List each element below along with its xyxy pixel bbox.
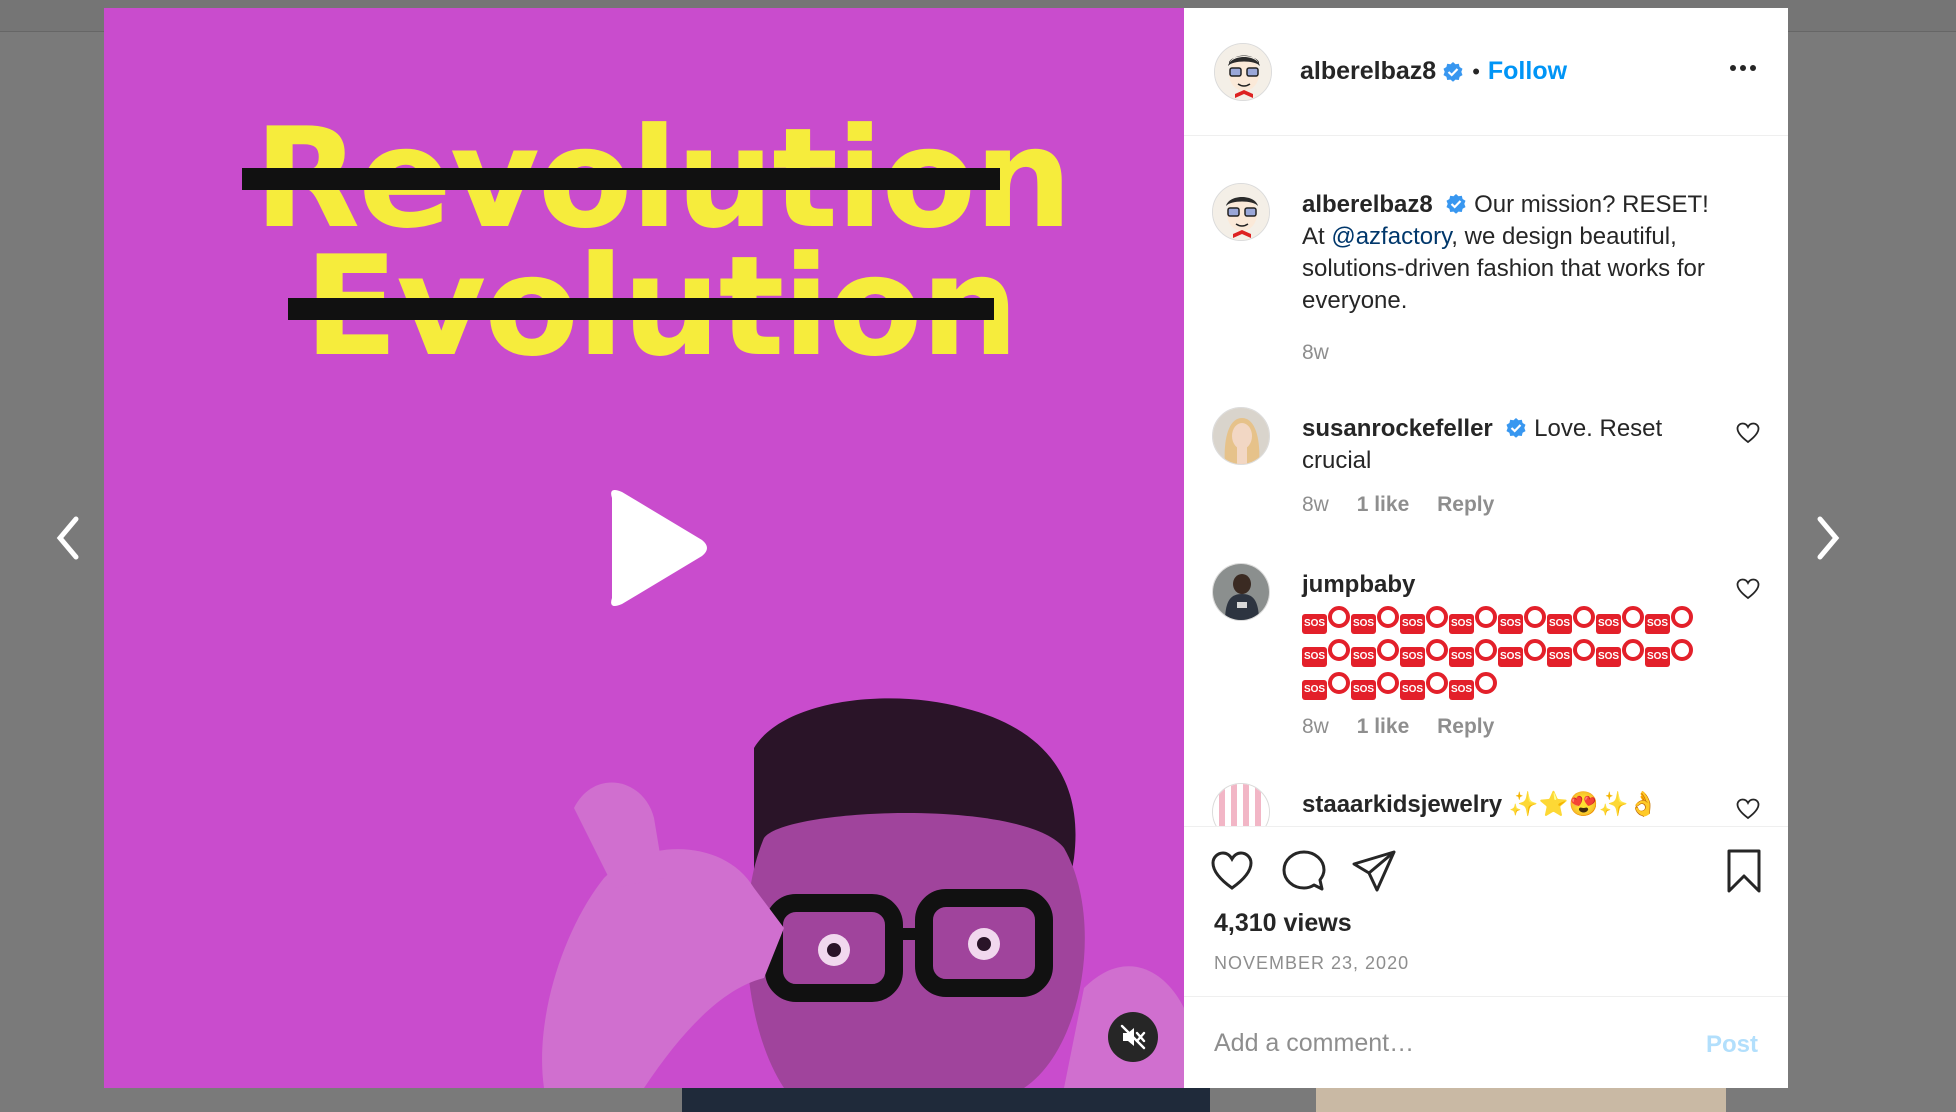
sos-emoji-row: SOS SOS SOS SOS SOS SOS SOS SOS — [1302, 634, 1720, 667]
add-comment-bar: Post — [1184, 996, 1788, 1088]
play-icon[interactable] — [594, 486, 714, 610]
comment-text: staaarkidsjewelry ✨⭐😍✨👌 — [1302, 789, 1720, 821]
header-separator: • — [1472, 58, 1480, 84]
comment-bubble-icon[interactable] — [1282, 849, 1326, 893]
caption-meta: 8w — [1302, 341, 1351, 365]
strikethrough-line — [242, 168, 1000, 190]
comment-text: susanrockefeller Love. Reset crucial — [1302, 413, 1720, 477]
mention-link[interactable]: @azfactory — [1331, 223, 1451, 250]
chevron-left-icon — [56, 516, 79, 560]
verified-badge-icon — [1506, 418, 1526, 438]
comment-username[interactable]: jumpbaby — [1302, 571, 1415, 598]
next-post-button[interactable] — [1808, 510, 1848, 566]
comment-item: jumpbaby SOS SOS SOS SOS SOS SOS SOS SOS SOS SOS… — [1212, 563, 1760, 743]
author-username[interactable]: alberelbaz8 — [1300, 57, 1436, 86]
like-comment-icon[interactable] — [1736, 797, 1760, 821]
striped-avatar-icon — [1213, 784, 1269, 827]
comment-timestamp[interactable]: 8w — [1302, 493, 1329, 516]
speaker-muted-icon — [1120, 1024, 1146, 1050]
caption-timestamp[interactable]: 8w — [1302, 341, 1329, 364]
views-count[interactable]: 4,310 views — [1214, 909, 1352, 938]
follow-button[interactable]: Follow — [1488, 57, 1567, 86]
mute-toggle-button[interactable] — [1108, 1012, 1158, 1062]
comment-input[interactable] — [1214, 1021, 1654, 1065]
photo-avatar-icon — [1213, 564, 1269, 620]
cartoon-avatar-icon — [1213, 184, 1269, 240]
comment-item: staaarkidsjewelry ✨⭐😍✨👌 — [1212, 783, 1760, 827]
caption-text: alberelbaz8 Our mission? RESET! At @azfa… — [1302, 189, 1720, 317]
commenter-avatar[interactable] — [1212, 783, 1270, 827]
verified-badge-icon — [1446, 194, 1466, 214]
chevron-right-icon — [1817, 516, 1840, 560]
post-modal: Revolution Evolution alberelbaz8 • Follo… — [104, 8, 1788, 1088]
photo-avatar-icon — [1213, 408, 1269, 464]
comment-likes[interactable]: 1 like — [1357, 715, 1410, 738]
cartoon-avatar-icon — [1215, 43, 1271, 100]
share-paper-plane-icon[interactable] — [1352, 849, 1396, 893]
reply-button[interactable]: Reply — [1437, 715, 1494, 738]
sos-emoji-row: SOS SOS SOS SOS — [1302, 667, 1720, 700]
caption-username[interactable]: alberelbaz8 — [1302, 191, 1433, 218]
strikethrough-line — [288, 298, 994, 320]
comment-username[interactable]: susanrockefeller — [1302, 415, 1493, 442]
commenter-avatar[interactable] — [1212, 407, 1270, 465]
commenter-avatar[interactable] — [1212, 563, 1270, 621]
more-options-icon[interactable] — [1728, 58, 1758, 78]
comment-content: ✨⭐😍✨👌 — [1508, 791, 1659, 818]
post-actions: 4,310 views NOVEMBER 23, 2020 — [1184, 826, 1788, 996]
comment-username[interactable]: staaarkidsjewelry — [1302, 791, 1502, 818]
comments-list[interactable]: alberelbaz8 Our mission? RESET! At @azfa… — [1184, 137, 1788, 827]
sos-emoji-row: SOS SOS SOS SOS SOS SOS SOS SOS — [1302, 601, 1720, 634]
like-heart-icon[interactable] — [1210, 849, 1254, 893]
like-comment-icon[interactable] — [1736, 421, 1760, 445]
caption-author-avatar[interactable] — [1212, 183, 1270, 241]
comment-meta: 8w 1 like Reply — [1302, 715, 1516, 739]
post-sidebar: alberelbaz8 • Follow alberelbaz8 Our mis… — [1184, 8, 1788, 1088]
background-thumbnail — [1316, 1088, 1726, 1112]
verified-badge-icon — [1443, 61, 1463, 82]
post-comment-button[interactable]: Post — [1706, 1031, 1758, 1059]
comment-text: jumpbaby SOS SOS SOS SOS SOS SOS SOS SOS SOS SOS… — [1302, 569, 1720, 700]
bookmark-save-icon[interactable] — [1722, 849, 1766, 893]
comment-meta: 8w 1 like Reply — [1302, 493, 1516, 517]
like-comment-icon[interactable] — [1736, 577, 1760, 601]
comment-item: susanrockefeller Love. Reset crucial 8w … — [1212, 407, 1760, 527]
previous-post-button[interactable] — [48, 510, 88, 566]
author-avatar[interactable] — [1214, 42, 1272, 101]
reply-button[interactable]: Reply — [1437, 493, 1494, 516]
post-date[interactable]: NOVEMBER 23, 2020 — [1214, 953, 1409, 974]
video-person-image — [542, 698, 1184, 1088]
comment-likes[interactable]: 1 like — [1357, 493, 1410, 516]
video-player[interactable]: Revolution Evolution — [104, 8, 1184, 1088]
caption-item: alberelbaz8 Our mission? RESET! At @azfa… — [1212, 183, 1760, 364]
comment-timestamp[interactable]: 8w — [1302, 715, 1329, 738]
background-thumbnail — [682, 1088, 1210, 1112]
post-header: alberelbaz8 • Follow — [1184, 8, 1788, 136]
